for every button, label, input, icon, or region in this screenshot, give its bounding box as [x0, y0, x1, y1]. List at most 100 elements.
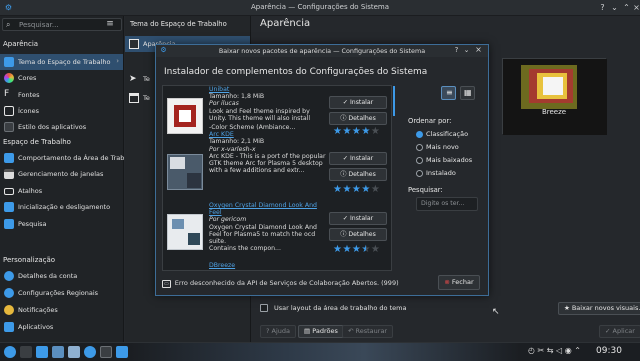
theme-name-breeze: Breeze	[541, 108, 567, 116]
startup-icon	[4, 202, 14, 212]
terminal-icon[interactable]	[100, 346, 112, 358]
app-launcher-icon[interactable]	[4, 346, 16, 358]
details-button[interactable]: ⓘ Detalhes	[329, 228, 387, 241]
radio-icon	[416, 143, 423, 151]
sidebar-item-notifications[interactable]: Notificações	[0, 302, 123, 318]
rating-stars: ★★★★★	[333, 184, 381, 195]
dialog-minimize-icon[interactable]: ⌄	[462, 46, 471, 55]
sidebar-item-app-style[interactable]: Estilo dos aplicativos	[0, 119, 123, 135]
addon-details: DBreeze	[209, 262, 329, 269]
sidebar-item-window-management[interactable]: Gerenciamento de janelas	[0, 166, 123, 182]
addon-name-link[interactable]: Arc KDE	[209, 131, 329, 138]
task-icon[interactable]	[68, 346, 80, 358]
icons-icon	[4, 106, 14, 116]
radio-icon	[416, 156, 423, 164]
applications-icon	[4, 322, 14, 332]
mouse-cursor-icon: ↖	[492, 307, 500, 317]
tray-icon: ◴	[528, 346, 538, 355]
sidebar-item-colors[interactable]: Cores	[0, 70, 123, 86]
section-workspace: Espaço de Trabalho	[3, 138, 71, 146]
details-button[interactable]: ⓘ Detalhes	[329, 168, 387, 181]
list-view-button[interactable]: ≡	[441, 86, 456, 100]
order-option-rating[interactable]: Classificação	[416, 130, 468, 138]
dialog-close-icon[interactable]: ×	[474, 45, 483, 54]
install-button[interactable]: ✓ Instalar	[329, 152, 387, 165]
details-button[interactable]: ⓘ Detalhes	[329, 112, 387, 125]
addon-details: Oxygen Crystal Diamond Look And Feel Por…	[209, 202, 329, 252]
list-scrollbar[interactable]	[393, 86, 395, 116]
rating-stars: ★★★★★	[333, 244, 381, 255]
addon-details: -Color Scheme (Ambiance... Arc KDE Taman…	[209, 124, 329, 174]
browser-icon[interactable]	[84, 346, 96, 358]
order-option-installed[interactable]: Instalado	[416, 169, 456, 177]
addon-search-input[interactable]: Digite os ter...	[416, 197, 478, 211]
defaults-button[interactable]: ▤ Padrões	[298, 325, 344, 338]
addon-name-link[interactable]: Oxygen Crystal Diamond Look And Feel	[209, 202, 329, 216]
sidebar-item-workspace-theme[interactable]: Tema do Espaço de Trabalho ›	[0, 54, 123, 70]
search-placeholder: Pesquisar...	[19, 21, 59, 29]
bell-icon	[4, 305, 14, 315]
menu-icon[interactable]: ≡	[103, 18, 117, 31]
help-icon[interactable]: ?	[598, 3, 607, 12]
rating-stars: ★★★★★	[333, 126, 381, 137]
install-button[interactable]: ✓ Instalar	[329, 96, 387, 109]
breeze-thumbnail	[503, 59, 607, 135]
tray-icon: ⇆	[546, 346, 557, 355]
keyboard-icon	[4, 188, 14, 195]
window-decoration-icon	[129, 93, 139, 103]
apply-button[interactable]: ✓ Aplicar	[599, 325, 640, 338]
theme-preview-breeze[interactable]	[502, 58, 607, 135]
sidebar-item-startup[interactable]: Inicialização e desligamento	[0, 199, 123, 215]
radio-selected-icon	[416, 130, 423, 138]
close-icon[interactable]: ×	[632, 3, 640, 12]
globe-icon	[4, 288, 14, 298]
get-new-stuff-dialog: ⚙ Baixar novos pacotes de aparência — Co…	[155, 44, 489, 296]
check-icon: ✓	[342, 99, 350, 106]
use-layout-checkbox[interactable]	[260, 304, 268, 312]
desktop-icon	[4, 153, 14, 163]
sidebar-item-icons[interactable]: Ícones	[0, 103, 123, 119]
order-option-most-downloads[interactable]: Mais baixados	[416, 156, 472, 164]
addon-thumbnail	[167, 154, 203, 190]
maximize-icon[interactable]: ⌃	[622, 3, 631, 12]
list-view-icon: ≡	[446, 88, 453, 97]
grid-view-button[interactable]: ▦	[460, 86, 475, 100]
dialog-heading: Instalador de complementos do Configuraç…	[164, 67, 428, 77]
sidebar-item-account[interactable]: Detalhes da conta	[0, 268, 123, 284]
tray-icons[interactable]: ◴ ✂ ⇆ ◁ ◉ ⌃	[528, 346, 581, 355]
check-icon: ✓	[342, 215, 350, 222]
addon-name-link[interactable]: Unibat	[209, 86, 329, 93]
sidebar-item-desktop-behavior[interactable]: Comportamento da Área de Trab...	[0, 150, 131, 166]
sidebar-item-applications[interactable]: Aplicativos	[0, 319, 123, 335]
minimize-icon[interactable]: ⌄	[610, 3, 619, 12]
sidebar-item-fonts[interactable]: F Fontes	[0, 87, 123, 103]
order-option-newest[interactable]: Mais novo	[416, 143, 459, 151]
addon-list: Unibat Tamanho: 1,8 MiB Por ilucas Look …	[162, 85, 392, 271]
user-icon	[4, 271, 14, 281]
addon-name-link[interactable]: DBreeze	[209, 262, 329, 269]
clock[interactable]: 09:30	[596, 346, 622, 356]
dolphin-icon[interactable]	[36, 346, 48, 358]
install-button[interactable]: ✓ Instalar	[329, 212, 387, 225]
order-label: Ordenar por:	[408, 117, 452, 125]
star-icon: ★	[564, 304, 570, 312]
get-new-looks-button[interactable]: ★ Baixar novos visuais...	[558, 302, 640, 315]
task-icon[interactable]	[52, 346, 64, 358]
settings-task-icon[interactable]	[116, 346, 128, 358]
dialog-titlebar: ⚙ Baixar novos pacotes de aparência — Co…	[156, 45, 488, 57]
dialog-help-icon[interactable]: ?	[452, 46, 461, 55]
sidebar-item-shortcuts[interactable]: Atalhos	[0, 183, 123, 199]
window-titlebar: ⚙ Aparência — Configurações do Sistema ?…	[0, 0, 640, 16]
close-button[interactable]: ⊗ Fechar	[438, 275, 480, 290]
apply-icon: ✓	[605, 327, 613, 335]
sidebar-item-regional[interactable]: Configurações Regionais	[0, 285, 123, 301]
reset-icon: ↶	[348, 327, 356, 335]
colors-icon	[4, 73, 14, 83]
defaults-icon: ▤	[304, 327, 313, 335]
expand-icon: ⌃	[574, 346, 581, 355]
reset-button[interactable]: ↶ Restaurar	[342, 325, 394, 338]
network-icon: ◉	[564, 346, 575, 355]
files-icon[interactable]	[20, 346, 32, 358]
help-button[interactable]: ? Ajuda	[260, 325, 297, 338]
sidebar-item-search[interactable]: Pesquisa	[0, 216, 123, 232]
